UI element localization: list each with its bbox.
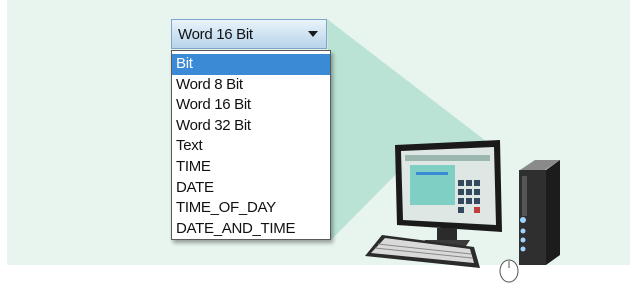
pc-mouse: [499, 259, 519, 283]
pc-keyboard: [365, 235, 480, 268]
illustration-canvas: Word 16 Bit Bit Word 8 Bit Word 16 Bit W…: [0, 0, 636, 293]
pc-monitor: [395, 140, 502, 246]
pc-tower: [519, 160, 560, 265]
desktop-computer-icon: [365, 140, 560, 283]
